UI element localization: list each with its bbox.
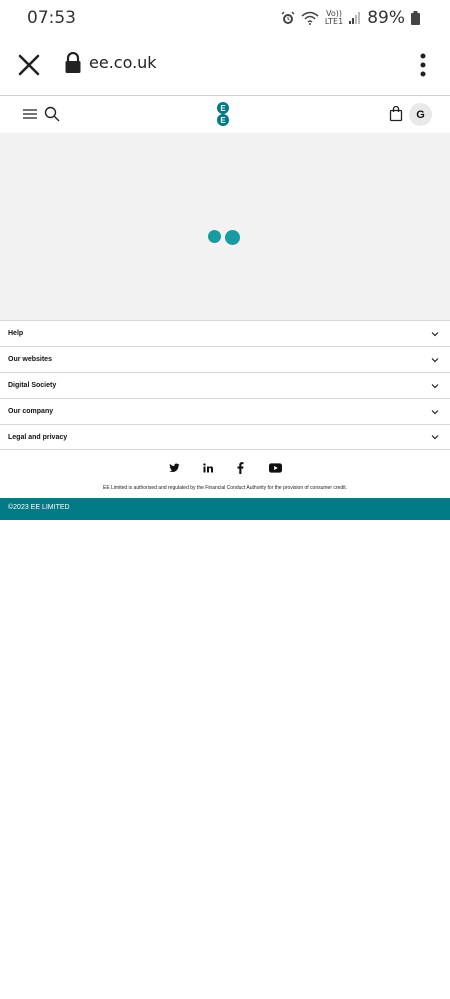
hamburger-menu-icon[interactable] xyxy=(23,108,37,120)
chevron-down-icon xyxy=(431,409,439,414)
footer-item-label: Our websites xyxy=(8,356,52,363)
footer-item-label: Legal and privacy xyxy=(8,433,68,441)
footer-item-label: Digital Society xyxy=(8,382,57,389)
chevron-down-icon xyxy=(431,357,439,362)
battery-icon xyxy=(411,11,420,25)
footer-item-digital-society[interactable]: Digital Society xyxy=(0,372,450,398)
footer-item-our-company[interactable]: Our company xyxy=(0,398,450,424)
footer-item-label: Help xyxy=(8,330,24,337)
footer-item-our-websites[interactable]: Our websites xyxy=(0,346,450,372)
copyright-bar: ©2023 EE LIMITED xyxy=(0,498,450,520)
facebook-icon[interactable] xyxy=(237,462,244,474)
svg-text:E: E xyxy=(220,104,226,113)
more-menu-icon[interactable] xyxy=(416,52,430,78)
lock-icon xyxy=(65,52,81,73)
browser-bar: ee.co.uk xyxy=(0,38,450,96)
footer-item-label: Our company xyxy=(8,408,54,415)
twitter-icon[interactable] xyxy=(169,462,180,474)
site-header: E E G xyxy=(0,97,450,133)
linkedin-icon[interactable] xyxy=(203,462,213,474)
chevron-down-icon xyxy=(431,435,439,440)
youtube-icon[interactable] xyxy=(269,462,282,474)
url-text[interactable]: ee.co.uk xyxy=(89,53,157,72)
chevron-down-icon xyxy=(431,331,439,336)
alarm-icon xyxy=(281,11,295,24)
wifi-icon xyxy=(301,11,319,25)
search-icon[interactable] xyxy=(44,106,60,122)
legal-note: EE Limited is authorised and regulated b… xyxy=(102,485,348,491)
ee-logo[interactable]: E E xyxy=(215,102,231,126)
shopping-bag-icon[interactable] xyxy=(389,106,403,122)
loading-dot xyxy=(225,230,240,245)
signal-icon xyxy=(349,12,361,24)
status-icons: Vo)) LTE1 89% xyxy=(281,8,420,28)
footer-item-legal-and-privacy[interactable]: Legal and privacy xyxy=(0,424,450,450)
battery-percent: 89% xyxy=(367,8,405,28)
footer-accordion: Help Our websites Digital Society Our co… xyxy=(0,320,450,450)
volte-indicator: Vo)) LTE1 xyxy=(324,9,344,26)
svg-text:E: E xyxy=(220,116,226,125)
footer-item-help[interactable]: Help xyxy=(0,320,450,346)
content-loading-area xyxy=(0,133,450,320)
user-avatar[interactable]: G xyxy=(409,103,432,126)
status-bar: 07:53 Vo)) LTE1 89% xyxy=(0,0,450,38)
status-time: 07:53 xyxy=(27,8,76,28)
copyright-text: ©2023 EE LIMITED xyxy=(8,504,70,511)
chevron-down-icon xyxy=(431,383,439,388)
close-icon[interactable] xyxy=(16,52,42,78)
social-links xyxy=(0,462,450,476)
loading-dot xyxy=(208,230,221,243)
